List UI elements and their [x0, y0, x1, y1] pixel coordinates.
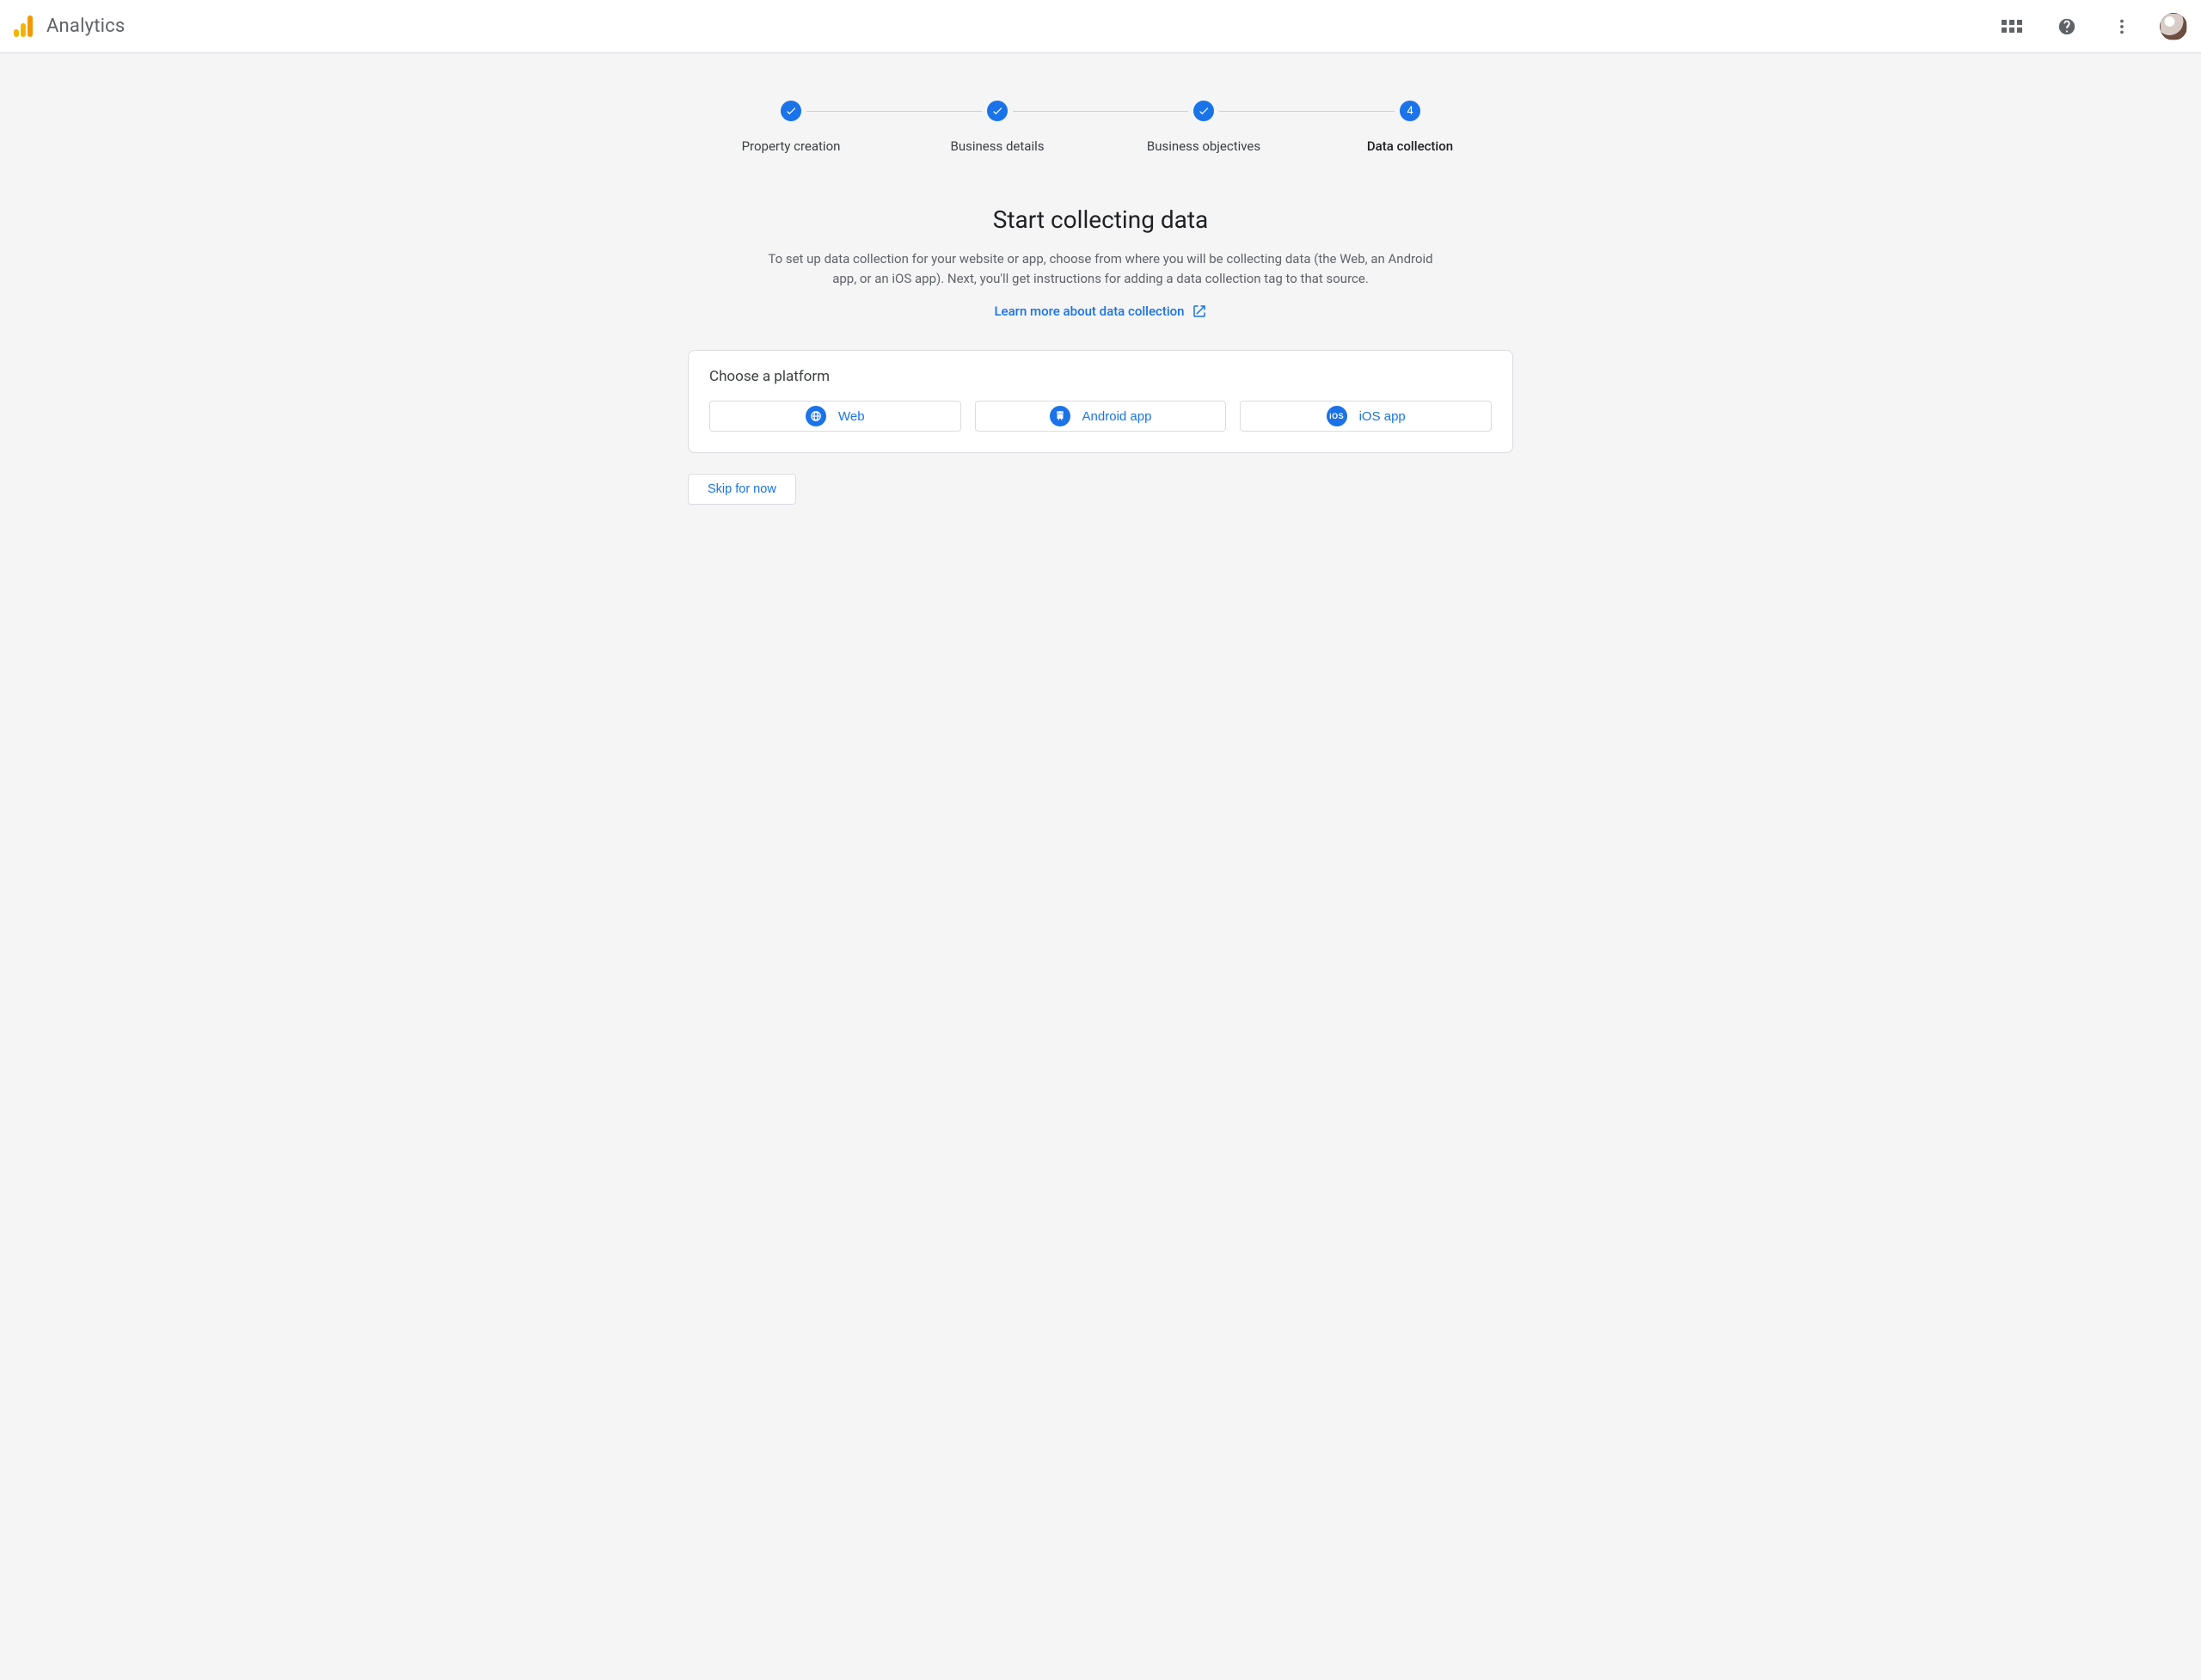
step-number: 4 — [1400, 101, 1420, 121]
step-data-collection: 4 Data collection — [1307, 101, 1513, 154]
card-title: Choose a platform — [709, 368, 1492, 385]
android-icon — [1050, 406, 1070, 426]
web-icon — [806, 406, 826, 426]
page-body: Property creation Business details Busin… — [0, 53, 2201, 1680]
step-business-details: Business details — [894, 101, 1100, 154]
checkmark-icon — [1193, 101, 1214, 121]
step-label: Property creation — [688, 138, 894, 154]
platform-android-button[interactable]: Android app — [975, 401, 1227, 432]
platform-web-button[interactable]: Web — [709, 401, 961, 432]
choose-platform-card: Choose a platform Web Android app iOS — [688, 350, 1513, 453]
app-title: Analytics — [46, 15, 125, 37]
open-in-new-icon — [1192, 304, 1207, 319]
avatar[interactable] — [2160, 13, 2187, 40]
platform-label: Android app — [1082, 409, 1152, 424]
ios-icon: iOS — [1327, 406, 1347, 426]
platform-ios-button[interactable]: iOS iOS app — [1240, 401, 1492, 432]
checkmark-icon — [781, 101, 801, 121]
platform-label: iOS app — [1359, 409, 1406, 424]
more-vert-icon[interactable] — [2105, 9, 2139, 44]
step-business-objectives: Business objectives — [1100, 101, 1307, 154]
help-icon[interactable] — [2050, 9, 2084, 44]
page-subtitle: To set up data collection for your websi… — [765, 249, 1436, 288]
step-label: Business details — [894, 138, 1100, 154]
stepper: Property creation Business details Busin… — [688, 101, 1513, 154]
skip-button[interactable]: Skip for now — [688, 474, 796, 505]
apps-icon[interactable] — [1995, 9, 2029, 44]
platform-label: Web — [838, 409, 865, 424]
step-label: Business objectives — [1100, 138, 1307, 154]
learn-more-link[interactable]: Learn more about data collection — [994, 304, 1206, 319]
step-label: Data collection — [1307, 138, 1513, 154]
learn-more-label: Learn more about data collection — [994, 304, 1184, 319]
analytics-logo-icon — [14, 15, 33, 37]
app-bar: Analytics — [0, 0, 2201, 53]
page-title: Start collecting data — [688, 205, 1513, 234]
checkmark-icon — [987, 101, 1008, 121]
step-property-creation: Property creation — [688, 101, 894, 154]
